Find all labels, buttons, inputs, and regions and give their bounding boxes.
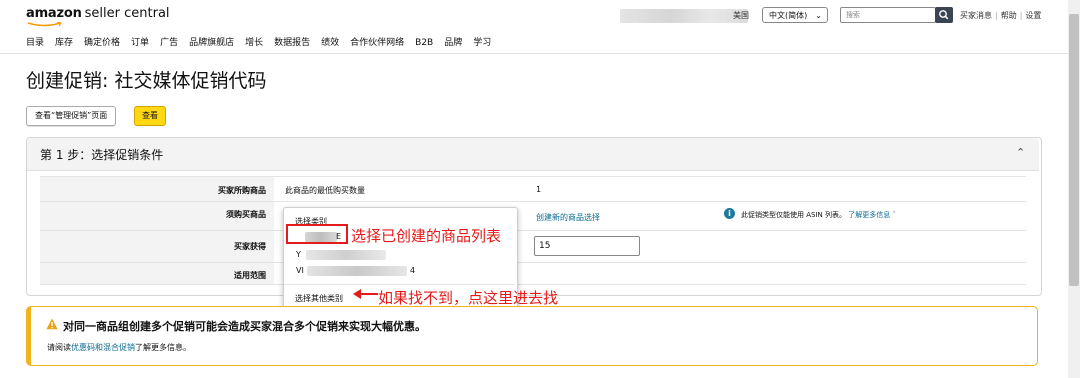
settings-link[interactable]: 设置 [1025, 11, 1041, 20]
nav-item-inventory[interactable]: 库存 [55, 38, 73, 48]
dropdown-item-3-suffix: 4 [410, 266, 416, 275]
row-divider [40, 262, 1026, 263]
header-divider [0, 53, 1080, 54]
blurred-account-name [620, 9, 748, 23]
nav-item-learn[interactable]: 学习 [473, 38, 491, 48]
nav-item-stores[interactable]: 品牌旗舰店 [189, 38, 234, 48]
search-icon [939, 10, 949, 20]
row-divider [40, 201, 1026, 202]
nav-item-advertising[interactable]: 广告 [160, 38, 178, 48]
info-icon: i [724, 208, 735, 219]
row-divider [40, 176, 1026, 177]
create-product-selection-link[interactable]: 创建新的商品选择 [536, 212, 600, 223]
search-button[interactable] [935, 7, 953, 23]
chevron-down-icon: ⌄ [815, 11, 822, 20]
annotation-highlight-box [286, 224, 348, 244]
step-title: 第 1 步：选择促销条件 [40, 148, 164, 162]
nav-item-pricing[interactable]: 确定价格 [84, 38, 120, 48]
nav-item-b2b[interactable]: B2B [415, 38, 433, 48]
scrollbar-thumb[interactable] [1069, 14, 1079, 286]
min-quantity-value: 1 [536, 185, 542, 194]
help-link[interactable]: 帮助 [1001, 11, 1017, 20]
annotation-not-found: 如果找不到，点这里进去找 [378, 289, 559, 307]
row-divider [40, 230, 1026, 231]
amazon-smile-icon [27, 22, 62, 27]
row-label-applies-to: 适用范围 [234, 271, 266, 280]
warning-icon [46, 318, 58, 330]
search-input[interactable]: 搜索 [840, 7, 936, 23]
annotation-select-list: 选择已创建的商品列表 [351, 227, 502, 245]
row-divider [40, 284, 1026, 285]
marketplace-label[interactable]: 美国 [733, 10, 749, 21]
buyer-gets-input[interactable]: 15 [534, 236, 640, 256]
chevron-down-icon: ˇ [890, 211, 896, 219]
choose-other-category-option[interactable]: 选择其他类别 [295, 293, 343, 304]
warning-alert [26, 306, 1038, 366]
step-panel-header[interactable] [27, 138, 1039, 171]
nav-item-growth[interactable]: 增长 [245, 38, 263, 48]
language-select[interactable]: 中文(简体) ⌄ [762, 7, 828, 23]
buyer-messages-link[interactable]: 买家消息 [960, 11, 992, 20]
page-title: 创建促销: 社交媒体促销代码 [26, 70, 267, 92]
nav-item-orders[interactable]: 订单 [131, 38, 149, 48]
warning-body: 请阅读优惠码和混合促销了解更多信息。 [47, 342, 191, 353]
info-note: 此促销类型仅能使用 ASIN 列表。 了解更多信息 ˇ [741, 210, 896, 220]
info-text: 此促销类型仅能使用 ASIN 列表。 [741, 211, 846, 219]
main-nav: 目录 库存 确定价格 订单 广告 品牌旗舰店 增长 数据报告 绩效 合作伙伴网络 B2B 品牌 学习 [26, 35, 502, 48]
top-links: 买家消息 | 帮助 | 设置 [960, 11, 1042, 20]
language-value: 中文(简体) [769, 11, 808, 20]
view-button[interactable]: 查看 [134, 106, 166, 126]
view-manage-promotions-button[interactable]: 查看“管理促销”页面 [26, 106, 117, 126]
coupon-stacking-link[interactable]: 优惠码和混合促销 [71, 343, 135, 352]
logo-subtitle: seller central [84, 6, 170, 21]
row-label-buyer-gets: 买家获得 [234, 242, 266, 251]
nav-item-catalog[interactable]: 目录 [26, 38, 44, 48]
blurred-list-name [306, 250, 386, 260]
blurred-list-name [307, 266, 407, 276]
dropdown-divider [284, 284, 515, 285]
dropdown-item-2[interactable]: Y [296, 250, 301, 259]
row-label-buyer-purchases: 买家所购商品 [218, 186, 266, 195]
amazon-seller-central-logo[interactable]: amazon seller central [26, 6, 170, 27]
nav-item-performance[interactable]: 绩效 [321, 38, 339, 48]
nav-item-brands[interactable]: 品牌 [444, 38, 462, 48]
nav-item-partner-network[interactable]: 合作伙伴网络 [350, 38, 404, 48]
warning-title: 对同一商品组创建多个促销可能会造成买家混合多个促销来实现大幅优惠。 [63, 320, 426, 333]
nav-item-reports[interactable]: 数据报告 [274, 38, 310, 48]
warning-body-prefix: 请阅读 [47, 343, 71, 352]
learn-more-link[interactable]: 了解更多信息 [848, 211, 890, 219]
logo-wordmark: amazon [26, 6, 82, 21]
chevron-up-icon[interactable]: ⌃ [1016, 146, 1025, 159]
dropdown-item-3[interactable]: VI [296, 266, 304, 275]
warning-body-suffix: 了解更多信息。 [135, 343, 191, 352]
min-quantity-label: 此商品的最低购买数量 [285, 186, 365, 195]
row-label-required-purchase: 须购买商品 [226, 210, 266, 219]
